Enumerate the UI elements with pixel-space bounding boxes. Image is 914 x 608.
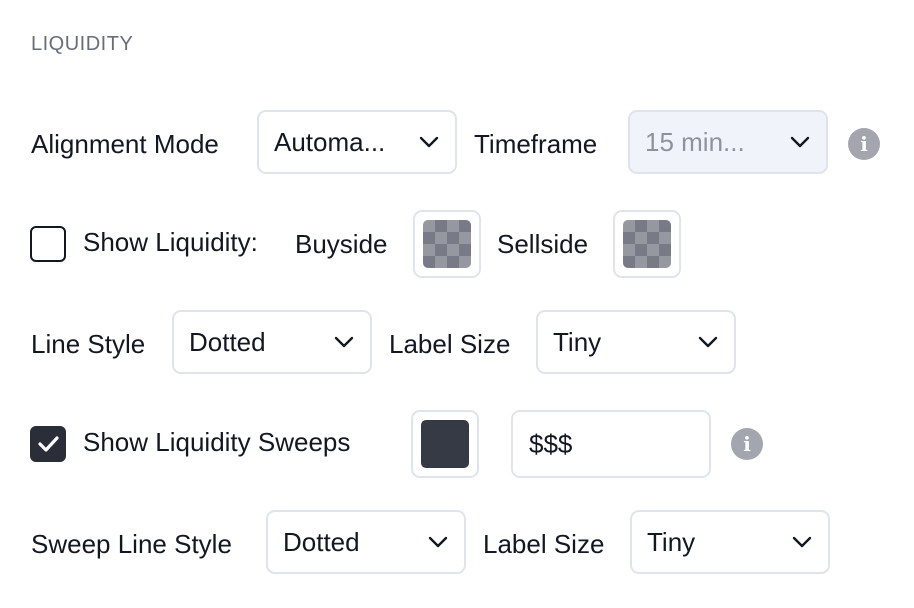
- alignment-mode-label: Alignment Mode: [31, 129, 219, 159]
- chevron-down-icon: [790, 136, 810, 148]
- sellside-label: Sellside: [497, 229, 589, 259]
- alignment-mode-value: Automa...: [274, 127, 386, 157]
- sweep-label-size-select[interactable]: Tiny: [630, 510, 830, 574]
- show-sweeps-row: Show Liquidity Sweeps $$$ i: [0, 410, 914, 478]
- label-size-value: Tiny: [553, 327, 602, 357]
- sweep-line-style-row: Sweep Line Style Dotted Label Size Tiny: [0, 510, 914, 578]
- timeframe-select[interactable]: 15 min...: [628, 110, 828, 174]
- line-style-value: Dotted: [189, 327, 266, 357]
- timeframe-value: 15 min...: [645, 127, 745, 157]
- buyside-color-swatch[interactable]: [413, 210, 481, 278]
- show-sweeps-checkbox[interactable]: [30, 426, 66, 462]
- buyside-label: Buyside: [295, 229, 388, 259]
- transparent-color-fill: [623, 220, 671, 268]
- chevron-down-icon: [792, 536, 812, 548]
- sweep-color-fill: [421, 420, 469, 468]
- show-liquidity-checkbox[interactable]: [30, 226, 66, 262]
- chevron-down-icon: [428, 536, 448, 548]
- sweep-color-swatch[interactable]: [411, 410, 479, 478]
- sweep-label-size-label: Label Size: [483, 529, 605, 559]
- info-icon[interactable]: i: [848, 128, 880, 160]
- section-title: LIQUIDITY: [31, 33, 134, 55]
- chevron-down-icon: [334, 336, 354, 348]
- alignment-mode-select[interactable]: Automa...: [257, 110, 457, 174]
- transparent-color-fill: [423, 220, 471, 268]
- label-size-label: Label Size: [389, 329, 511, 359]
- timeframe-label: Timeframe: [474, 129, 598, 159]
- sellside-color-swatch[interactable]: [613, 210, 681, 278]
- sweep-text-input[interactable]: $$$: [511, 410, 711, 478]
- label-size-select[interactable]: Tiny: [536, 310, 736, 374]
- checkmark-icon: [38, 436, 59, 452]
- show-sweeps-label: Show Liquidity Sweeps: [83, 427, 351, 457]
- line-style-select[interactable]: Dotted: [172, 310, 372, 374]
- show-liquidity-row: Show Liquidity: Buyside Sellside: [0, 210, 914, 278]
- line-style-label: Line Style: [31, 329, 146, 359]
- sweep-line-style-select[interactable]: Dotted: [266, 510, 466, 574]
- alignment-row: Alignment Mode Automa... Timeframe 15 mi…: [0, 110, 914, 178]
- sweep-line-style-label: Sweep Line Style: [31, 529, 232, 559]
- chevron-down-icon: [419, 136, 439, 148]
- chevron-down-icon: [698, 336, 718, 348]
- show-liquidity-label: Show Liquidity:: [83, 227, 258, 257]
- sweep-label-size-value: Tiny: [647, 527, 696, 557]
- sweep-line-style-value: Dotted: [283, 527, 360, 557]
- info-icon[interactable]: i: [731, 428, 763, 460]
- line-style-row: Line Style Dotted Label Size Tiny: [0, 310, 914, 378]
